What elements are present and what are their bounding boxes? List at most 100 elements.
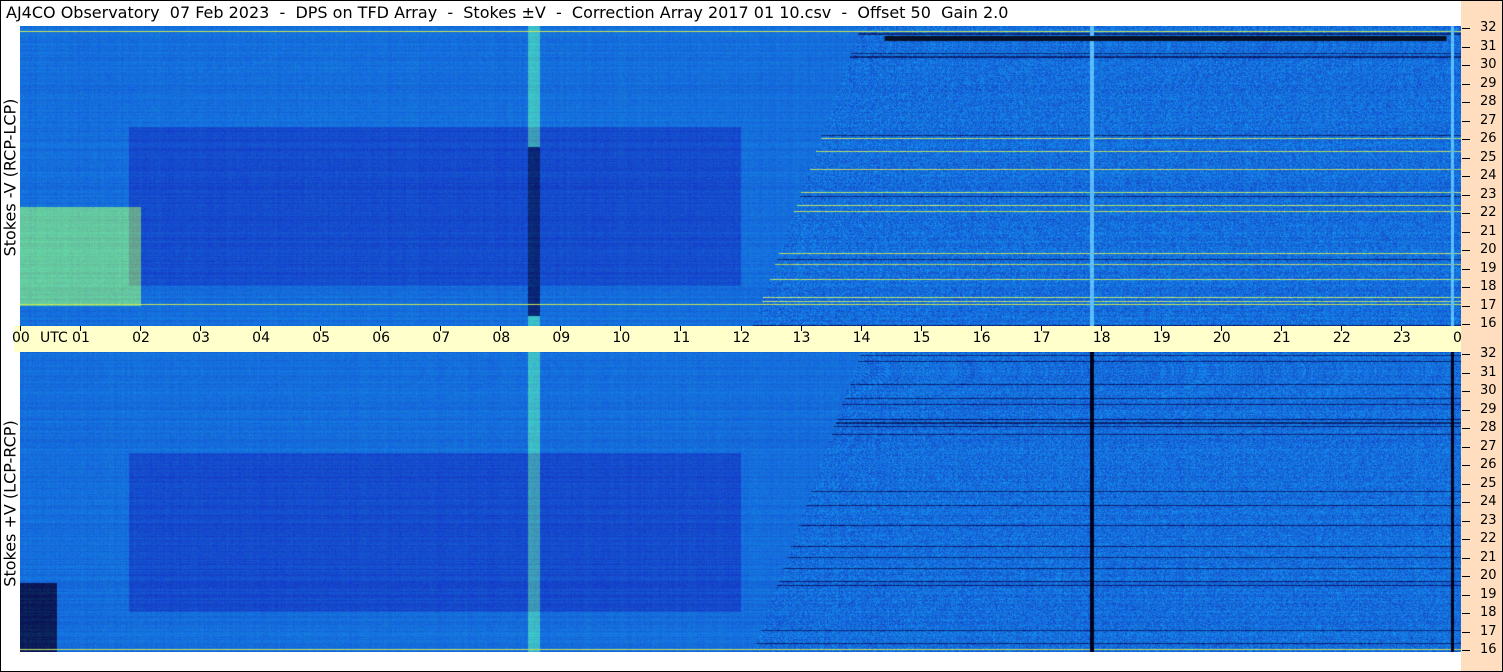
frequency-tick-label: 28 [1480, 420, 1497, 435]
frequency-tick-label: 18 [1480, 279, 1497, 294]
frequency-tick-mark [1462, 139, 1470, 140]
time-tick-label: 15 [912, 330, 931, 346]
frequency-tick-mark [1462, 324, 1470, 325]
spectrogram-top-canvas [20, 26, 1461, 326]
time-tick-label: 10 [612, 330, 631, 346]
time-tick-label: 08 [492, 330, 511, 346]
time-tick-label: 20 [1212, 330, 1231, 346]
frequency-tick-label: 21 [1480, 223, 1497, 239]
frequency-tick-label: 27 [1480, 438, 1497, 454]
time-tick-label: 02 [132, 330, 150, 346]
frequency-tick-label: 19 [1480, 586, 1497, 602]
frequency-tick-label: 21 [1480, 549, 1497, 565]
frequency-tick-label: 20 [1480, 568, 1497, 583]
frequency-tick-label: 23 [1480, 186, 1497, 202]
frequency-tick-label: 27 [1480, 112, 1497, 128]
time-tick-label: 19 [1152, 330, 1171, 346]
time-tick-label: 00 [12, 330, 30, 346]
frequency-tick-label: 16 [1480, 642, 1497, 657]
frequency-tick-label: 29 [1480, 401, 1497, 417]
frequency-tick-label: 16 [1480, 316, 1497, 331]
frequency-tick-label: 22 [1480, 205, 1497, 220]
time-tick-label: 23 [1392, 330, 1411, 346]
time-tick-label: 14 [852, 330, 871, 346]
frequency-tick-label: 20 [1480, 242, 1497, 257]
frequency-tick-mark [1462, 557, 1470, 559]
frequency-tick-mark [1462, 194, 1470, 196]
time-tick-label: 22 [1332, 330, 1351, 346]
frequency-tick-mark [1462, 287, 1470, 288]
frequency-tick-label: 24 [1480, 168, 1497, 183]
utc-unit-label: UTC [40, 330, 68, 346]
time-tick-label: 12 [732, 330, 751, 346]
frequency-tick-label: 25 [1480, 475, 1497, 491]
frequency-tick-mark [1462, 576, 1470, 577]
frequency-tick-mark [1462, 465, 1470, 466]
frequency-tick-mark [1462, 428, 1470, 429]
frequency-tick-label: 24 [1480, 494, 1497, 509]
frequency-tick-mark [1462, 502, 1470, 503]
frequency-tick-mark [1462, 231, 1470, 233]
frequency-tick-mark [1462, 539, 1470, 540]
frequency-tick-mark [1462, 46, 1470, 48]
frequency-tick-label: 26 [1480, 457, 1497, 472]
frequency-tick-mark [1462, 520, 1470, 522]
time-tick-label: 21 [1272, 330, 1291, 346]
frequency-tick-label: 25 [1480, 149, 1497, 165]
y-axis-label-bottom: Stokes +V (LCP-RCP) [0, 420, 20, 587]
time-tick-label: 06 [372, 330, 391, 346]
time-tick-label: 04 [252, 330, 270, 346]
time-tick-label: 01 [72, 330, 90, 346]
frequency-tick-label: 17 [1480, 297, 1497, 313]
chart-title: AJ4CO Observatory 07 Feb 2023 - DPS on T… [6, 3, 1009, 22]
time-tick-label: 18 [1092, 330, 1111, 346]
frequency-tick-mark [1462, 483, 1470, 485]
time-tick-label: 03 [192, 330, 210, 346]
frequency-tick-label: 32 [1480, 20, 1497, 35]
frequency-tick-label: 18 [1480, 605, 1497, 620]
frequency-tick-mark [1462, 409, 1470, 411]
time-tick-label: 09 [552, 330, 571, 346]
frequency-tick-mark [1462, 650, 1470, 651]
spectrogram-bottom-canvas [20, 352, 1461, 652]
frequency-tick-label: 32 [1480, 346, 1497, 361]
frequency-tick-label: 23 [1480, 512, 1497, 528]
frequency-tick-label: 22 [1480, 531, 1497, 546]
frequency-tick-mark [1462, 594, 1470, 596]
frequency-tick-label: 31 [1480, 364, 1497, 380]
time-tick-label: 11 [672, 330, 691, 346]
frequency-tick-mark [1462, 157, 1470, 159]
frequency-tick-label: 29 [1480, 75, 1497, 91]
frequency-tick-mark [1462, 65, 1470, 66]
time-tick-label: 17 [1032, 330, 1051, 346]
y-axis-label-top: Stokes -V (RCP-LCP) [0, 98, 20, 257]
time-tick-label: 07 [432, 330, 451, 346]
frequency-tick-label: 26 [1480, 131, 1497, 146]
frequency-tick-mark [1462, 28, 1470, 29]
frequency-tick-mark [1462, 613, 1470, 614]
frequency-tick-mark [1462, 354, 1470, 355]
frequency-tick-mark [1462, 176, 1470, 177]
time-tick-label: 13 [792, 330, 811, 346]
frequency-tick-mark [1462, 268, 1470, 270]
frequency-tick-mark [1462, 250, 1470, 251]
frequency-tick-mark [1462, 631, 1470, 633]
frequency-tick-label: 31 [1480, 38, 1497, 54]
spectrogram-top [20, 26, 1461, 326]
time-tick-label: 16 [972, 330, 991, 346]
frequency-tick-mark [1462, 213, 1470, 214]
frequency-tick-label: 30 [1480, 57, 1497, 72]
frequency-tick-mark [1462, 391, 1470, 392]
frequency-tick-mark [1462, 83, 1470, 85]
time-axis: 00 01 02 03 04 05 06 07 08 09 10 11 12 13 14 15 16 17 18 19… [12, 326, 1503, 352]
frequency-tick-label: 17 [1480, 623, 1497, 639]
time-tick-label: 05 [312, 330, 331, 346]
frequency-tick-mark [1462, 372, 1470, 374]
spectrogram-bottom [20, 352, 1461, 652]
frequency-tick-label: 19 [1480, 260, 1497, 276]
frequency-tick-label: 28 [1480, 94, 1497, 109]
frequency-tick-mark [1462, 446, 1470, 448]
frequency-tick-mark [1462, 305, 1470, 307]
frequency-tick-label: 30 [1480, 383, 1497, 398]
frequency-tick-mark [1462, 120, 1470, 122]
